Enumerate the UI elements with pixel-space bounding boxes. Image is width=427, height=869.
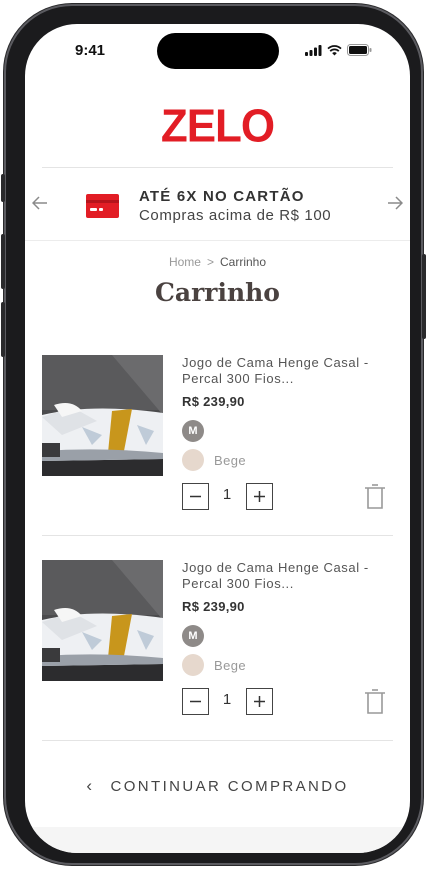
volume-up-button: [1, 234, 5, 289]
trash-icon[interactable]: [364, 484, 386, 515]
decrease-quantity-button[interactable]: [182, 688, 209, 715]
footer-band: [25, 827, 410, 853]
continue-shopping-label: CONTINUAR COMPRANDO: [110, 778, 349, 795]
breadcrumb-home[interactable]: Home: [169, 255, 201, 269]
quantity-value: 1: [222, 691, 232, 708]
cart-item: Jogo de Cama Henge Casal - Percal 300 Fi…: [42, 355, 393, 540]
volume-down-button: [1, 302, 5, 357]
product-name[interactable]: Jogo de Cama Henge Casal - Percal 300 Fi…: [182, 355, 392, 387]
size-badge: M: [182, 420, 204, 442]
product-image[interactable]: [42, 560, 163, 681]
battery-icon: [347, 44, 372, 56]
signal-icon: [305, 44, 322, 56]
color-swatch: [182, 449, 204, 471]
power-button: [422, 254, 426, 339]
color-swatch: [182, 654, 204, 676]
breadcrumb: Home > Carrinho: [25, 255, 410, 269]
promo-title: ATÉ 6X NO CARTÃO: [139, 188, 305, 205]
product-price: R$ 239,90: [182, 599, 245, 614]
item-divider: [42, 535, 393, 536]
status-time: 9:41: [75, 42, 106, 59]
product-price: R$ 239,90: [182, 394, 245, 409]
quantity-value: 1: [222, 486, 232, 503]
cart-item: Jogo de Cama Henge Casal - Percal 300 Fi…: [42, 560, 393, 745]
arrow-right-icon[interactable]: [387, 194, 404, 215]
size-badge: M: [182, 625, 204, 647]
promo-subtitle: Compras acima de R$ 100: [139, 207, 332, 224]
color-name: Bege: [214, 658, 246, 673]
credit-card-icon: [86, 194, 119, 218]
increase-quantity-button[interactable]: [246, 483, 273, 510]
status-icons: [305, 44, 372, 56]
decrease-quantity-button[interactable]: [182, 483, 209, 510]
color-name: Bege: [214, 453, 246, 468]
plus-icon: [254, 491, 265, 502]
item-divider: [42, 740, 393, 741]
continue-shopping-button[interactable]: ‹ CONTINUAR COMPRANDO: [25, 776, 410, 796]
page-title: Carrinho: [155, 278, 280, 307]
product-image[interactable]: [42, 355, 163, 476]
screen: 9:41 ZELO ATÉ 6X NO CARTÃO Compras acima…: [25, 24, 410, 853]
action-button: [1, 174, 5, 202]
breadcrumb-current: Carrinho: [220, 255, 267, 269]
phone-frame: 9:41 ZELO ATÉ 6X NO CARTÃO Compras acima…: [1, 4, 426, 865]
minus-icon: [190, 495, 201, 498]
increase-quantity-button[interactable]: [246, 688, 273, 715]
minus-icon: [190, 700, 201, 703]
arrow-left-icon[interactable]: [31, 194, 48, 215]
product-name[interactable]: Jogo de Cama Henge Casal - Percal 300 Fi…: [182, 560, 392, 592]
dynamic-island: [157, 33, 279, 69]
trash-icon[interactable]: [364, 689, 386, 720]
promo-banner: ATÉ 6X NO CARTÃO Compras acima de R$ 100: [25, 168, 410, 240]
plus-icon: [254, 696, 265, 707]
brand-logo[interactable]: ZELO: [25, 101, 410, 154]
wifi-icon: [327, 44, 342, 55]
breadcrumb-separator: >: [206, 255, 214, 269]
chevron-left-icon: ‹: [86, 776, 95, 795]
promo-divider: [25, 240, 410, 241]
